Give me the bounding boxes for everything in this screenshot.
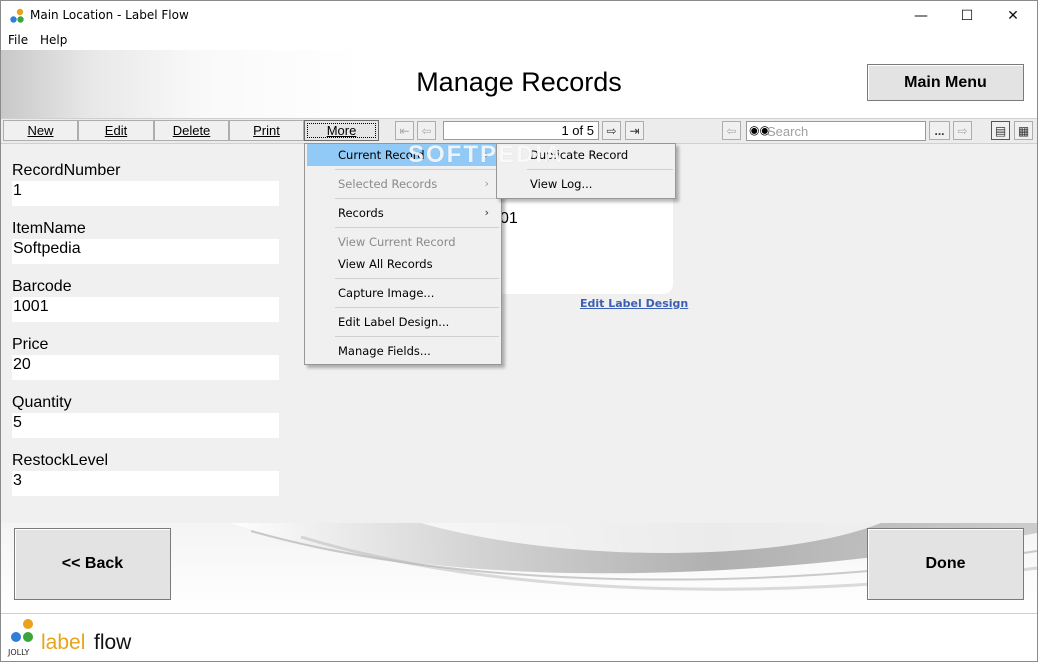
field-value-price[interactable]: 20 — [12, 355, 279, 380]
menu-item-label: View Current Record — [338, 235, 456, 249]
brand-bar — [1, 613, 1037, 661]
search-back-icon[interactable]: ⇦ — [722, 121, 741, 140]
search-input[interactable] — [767, 123, 922, 139]
menu-item-label: Records — [338, 206, 384, 220]
close-icon[interactable]: ✕ — [990, 0, 1036, 31]
field-label-recordnumber: RecordNumber — [12, 162, 121, 179]
delete-button[interactable]: Delete — [154, 120, 229, 141]
search-options-button[interactable]: ... — [929, 121, 950, 140]
print-button[interactable]: Print — [229, 120, 304, 141]
menu-item-edit-label-design[interactable]: Edit Label Design... — [307, 311, 499, 333]
menu-item-label: Selected Records — [338, 177, 438, 191]
menu-file[interactable]: File — [8, 33, 28, 47]
menu-item-view-current-record[interactable]: View Current Record — [307, 231, 499, 253]
done-button[interactable]: Done — [867, 528, 1024, 600]
minimize-icon[interactable]: — — [898, 0, 944, 31]
brand-label-text: label — [41, 631, 86, 654]
menu-help[interactable]: Help — [40, 33, 67, 47]
new-button[interactable]: New — [3, 120, 78, 141]
menu-item-label: Capture Image... — [338, 286, 435, 300]
field-label-price: Price — [12, 336, 49, 353]
menu-separator — [335, 169, 499, 170]
field-value-barcode[interactable]: 1001 — [12, 297, 279, 322]
menu-item-label: View All Records — [338, 257, 433, 271]
back-button[interactable]: << Back — [14, 528, 171, 600]
menu-item-records[interactable]: Records › — [307, 202, 499, 224]
menu-item-view-all-records[interactable]: View All Records — [307, 253, 499, 275]
menu-bar — [0, 31, 1038, 50]
edit-label-design-link[interactable]: Edit Label Design — [580, 297, 688, 310]
previous-record-icon[interactable]: ⇦ — [417, 121, 436, 140]
menu-item-label: Edit Label Design... — [338, 315, 450, 329]
last-record-icon[interactable]: ⇥ — [625, 121, 644, 140]
preview-barcode: 01 — [500, 210, 518, 227]
search-forward-icon[interactable]: ⇨ — [953, 121, 972, 140]
menu-separator — [335, 307, 499, 308]
brand-flow-text: flow — [94, 631, 132, 654]
search-box[interactable]: ◉◉ — [746, 121, 926, 141]
menu-item-view-log[interactable]: View Log... — [499, 173, 673, 195]
maximize-icon[interactable]: ☐ — [944, 0, 990, 31]
edit-button[interactable]: Edit — [78, 120, 154, 141]
menu-separator — [335, 336, 499, 337]
more-button[interactable]: More — [304, 120, 379, 141]
menu-separator — [335, 278, 499, 279]
first-record-icon[interactable]: ⇤ — [395, 121, 414, 140]
record-position[interactable]: 1 of 5 — [443, 121, 599, 140]
menu-item-label: Manage Fields... — [338, 344, 431, 358]
field-label-restocklevel: RestockLevel — [12, 452, 109, 469]
field-value-recordnumber[interactable]: 1 — [12, 181, 279, 206]
form-view-icon[interactable]: ▤ — [991, 121, 1010, 140]
app-icon — [10, 8, 24, 23]
main-menu-button[interactable]: Main Menu — [867, 64, 1024, 101]
field-label-barcode: Barcode — [12, 278, 72, 295]
menu-separator — [335, 198, 499, 199]
menu-item-capture-image[interactable]: Capture Image... — [307, 282, 499, 304]
menu-separator — [335, 227, 499, 228]
softpedia-watermark: SOFTPEDIA — [408, 141, 564, 168]
field-value-itemname[interactable]: Softpedia — [12, 239, 279, 264]
brand-jolly-text: JOLLY — [8, 648, 30, 657]
chevron-right-icon: › — [484, 206, 489, 219]
next-record-icon[interactable]: ⇨ — [602, 121, 621, 140]
more-menu: Current Record › Selected Records › Reco… — [304, 143, 502, 365]
field-value-quantity[interactable]: 5 — [12, 413, 279, 438]
window-title: Main Location - Label Flow — [30, 8, 189, 22]
table-view-icon[interactable]: ▦ — [1014, 121, 1033, 140]
menu-item-manage-fields[interactable]: Manage Fields... — [307, 340, 499, 362]
menu-item-label: View Log... — [530, 177, 593, 191]
menu-item-selected-records[interactable]: Selected Records › — [307, 173, 499, 195]
field-value-restocklevel[interactable]: 3 — [12, 471, 279, 496]
chevron-right-icon: › — [484, 177, 489, 190]
field-label-quantity: Quantity — [12, 394, 72, 411]
menu-separator — [527, 169, 673, 170]
field-label-itemname: ItemName — [12, 220, 86, 237]
